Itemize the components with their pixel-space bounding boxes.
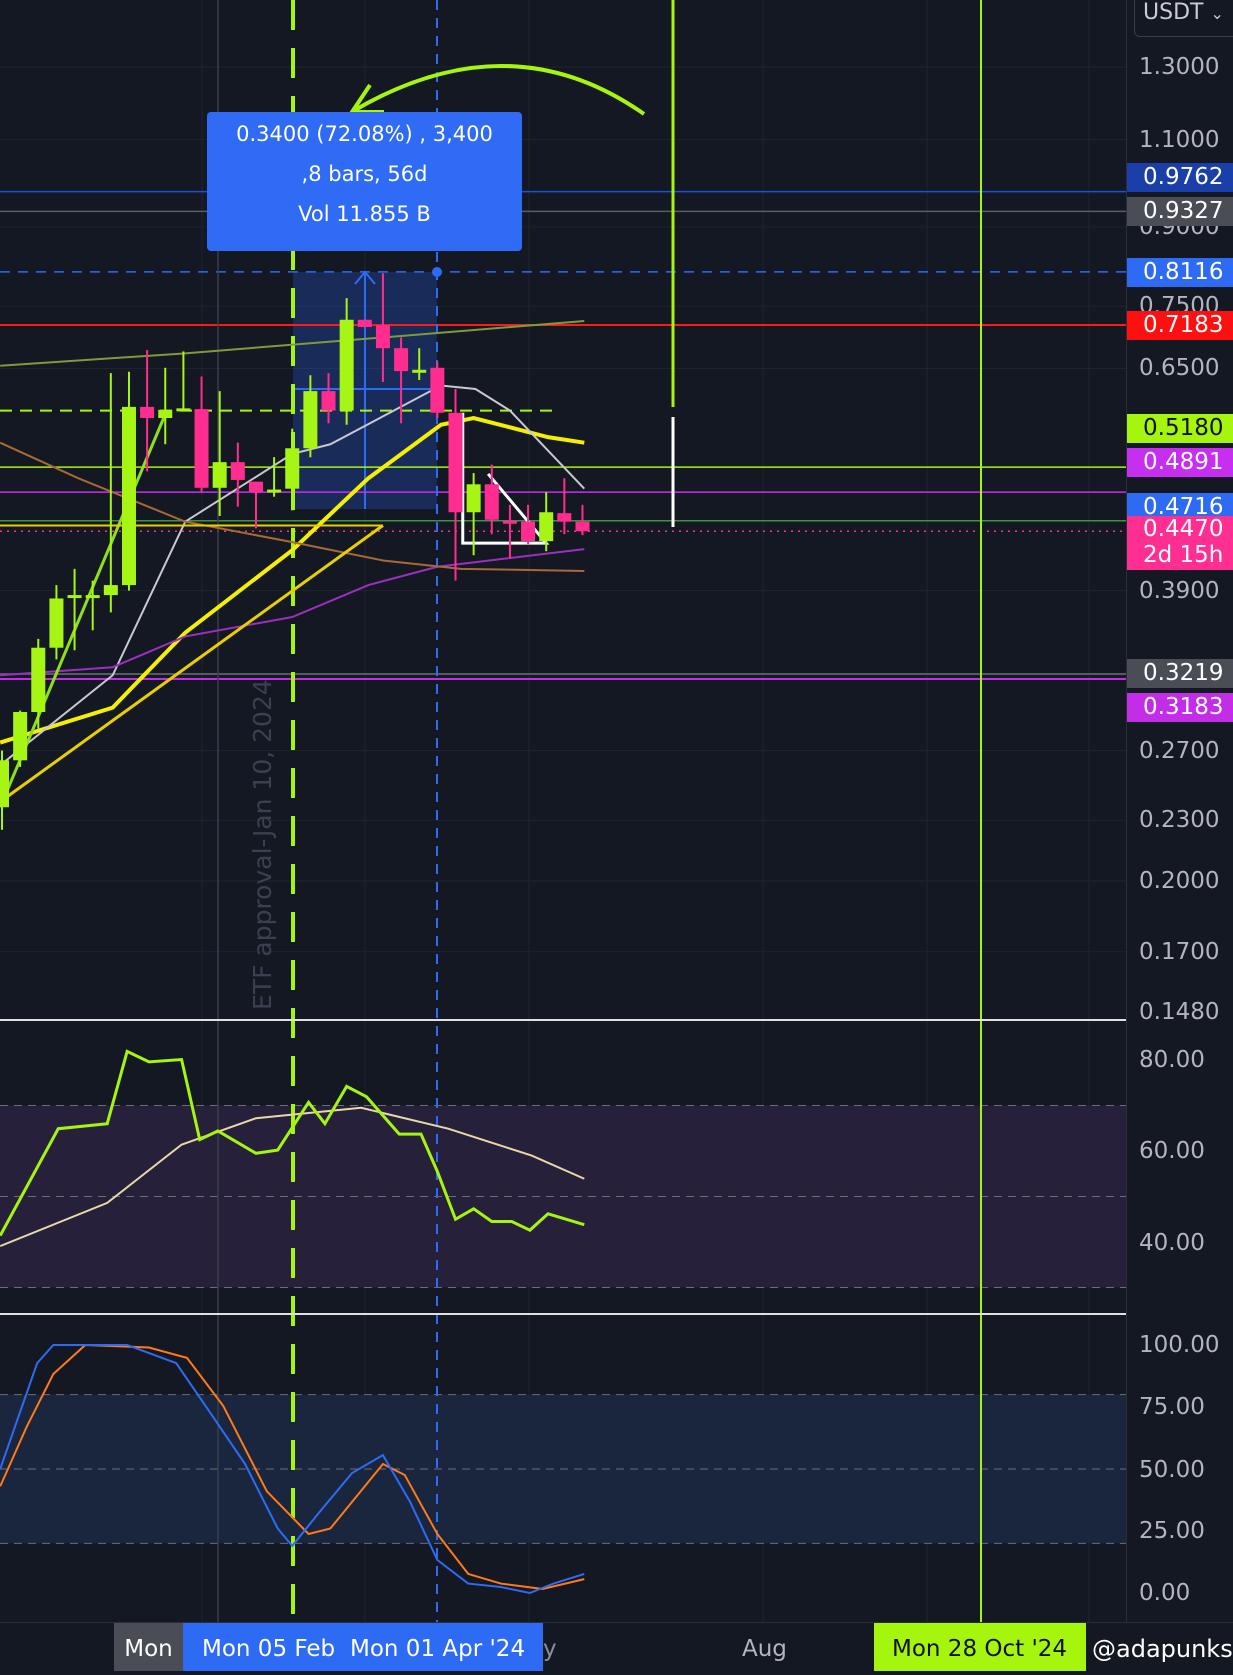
stoch-label: 25.00 — [1139, 1518, 1205, 1544]
candle-body — [13, 712, 28, 761]
candle-body — [484, 484, 499, 520]
price-label: 1.3000 — [1139, 54, 1220, 80]
candle-body — [575, 521, 590, 532]
candle-body — [230, 462, 245, 480]
candle-body — [412, 369, 427, 373]
candle-body — [394, 348, 409, 372]
candle-body — [103, 585, 118, 596]
time-label-oct: Mon 28 Oct '24 — [874, 1623, 1086, 1671]
candle-body — [557, 513, 572, 522]
chevron-down-icon: ⌄ — [1210, 4, 1224, 23]
candle — [13, 710, 28, 767]
time-label-mon: Mon — [114, 1623, 183, 1671]
price-label: 0.2700 — [1139, 737, 1220, 764]
price-tag: 0.8116 — [1127, 258, 1233, 287]
time-label-feb: Mon 05 Feb — [202, 1636, 336, 1662]
tooltip-bars: ,8 bars, 56d — [301, 162, 428, 186]
candle-body — [430, 367, 445, 413]
price-tag: 0.3183 — [1127, 693, 1233, 722]
candle-body — [67, 595, 82, 599]
candle-body — [158, 409, 173, 419]
time-label-may: y — [543, 1636, 557, 1662]
candle — [430, 361, 445, 419]
candle-body — [0, 760, 9, 808]
candle-body — [466, 484, 481, 513]
time-axis[interactable]: Mon Mon 05 Feb Mon 01 Apr '24 y Aug Mon … — [0, 1622, 1233, 1671]
price-label: 0.6500 — [1139, 355, 1220, 382]
candle-body — [539, 512, 554, 542]
candle-body — [85, 595, 100, 599]
rsi-label: 40.00 — [1139, 1230, 1205, 1256]
price-tag: 0.9762 — [1127, 163, 1233, 192]
candle-body — [375, 325, 390, 349]
stoch-label: 50.00 — [1139, 1457, 1205, 1483]
price-tag: 0.5180 — [1127, 414, 1233, 443]
currency-selector[interactable]: USDT ⌄ — [1134, 0, 1233, 37]
rsi-label: 80.00 — [1139, 1047, 1205, 1073]
candle-body — [502, 520, 517, 524]
rsi-label: 60.00 — [1139, 1138, 1205, 1164]
candle — [357, 319, 372, 327]
measure-tooltip: 0.3400 (72.08%) , 3,400 ,8 bars, 56d Vol… — [207, 112, 522, 251]
tooltip-change: 0.3400 (72.08%) , 3,400 — [236, 122, 493, 146]
price-label: 0.3900 — [1139, 577, 1220, 604]
time-label-apr: Mon 01 Apr '24 — [350, 1636, 526, 1662]
candle-body — [194, 409, 209, 488]
etf-annotation: ETF approval-Jan 10, 2024 — [248, 679, 277, 1010]
candle-body — [248, 481, 263, 493]
candle-body — [176, 408, 191, 412]
price-label: 0.2000 — [1139, 868, 1220, 895]
candle-body — [303, 391, 318, 449]
candle-body — [521, 521, 536, 542]
candle-body — [339, 319, 354, 411]
candle-body — [212, 462, 227, 488]
price-tag: 0.3219 — [1127, 659, 1233, 688]
stoch-label: 75.00 — [1139, 1394, 1205, 1420]
candle-body — [140, 406, 155, 419]
candle-body — [448, 412, 463, 513]
price-label: 1.1000 — [1139, 126, 1220, 153]
price-axis[interactable]: 1.3000 1.1000 0.9000 0.7500 0.6500 0.3900 0.27… — [1126, 0, 1233, 1622]
trading-chart[interactable] — [0, 0, 1233, 1670]
candle-body — [121, 406, 136, 586]
time-label-aug: Aug — [742, 1636, 787, 1662]
tooltip-volume: Vol 11.855 B — [298, 202, 431, 226]
price-label: 0.1480 — [1139, 998, 1220, 1025]
price-label: 0.1700 — [1139, 938, 1220, 965]
candle-body — [49, 598, 64, 648]
stoch-label: 0.00 — [1139, 1580, 1191, 1606]
candle-body — [285, 448, 300, 489]
price-tag: 0.9327 — [1127, 197, 1233, 226]
bar-countdown: 2d 15h — [1143, 542, 1224, 568]
price-tag: 0.4470 2d 15h — [1127, 516, 1233, 570]
candle-body — [357, 319, 372, 327]
price-tag: 0.7183 — [1127, 311, 1233, 340]
candle-body — [267, 489, 282, 493]
candle-body — [31, 647, 46, 713]
watermark: @adapunks — [1092, 1635, 1233, 1663]
currency-label: USDT — [1143, 0, 1204, 25]
stoch-label: 100.00 — [1139, 1332, 1220, 1358]
price-tag: 0.4891 — [1127, 448, 1233, 477]
candle-body — [321, 391, 336, 411]
price-label: 0.2300 — [1139, 807, 1220, 834]
